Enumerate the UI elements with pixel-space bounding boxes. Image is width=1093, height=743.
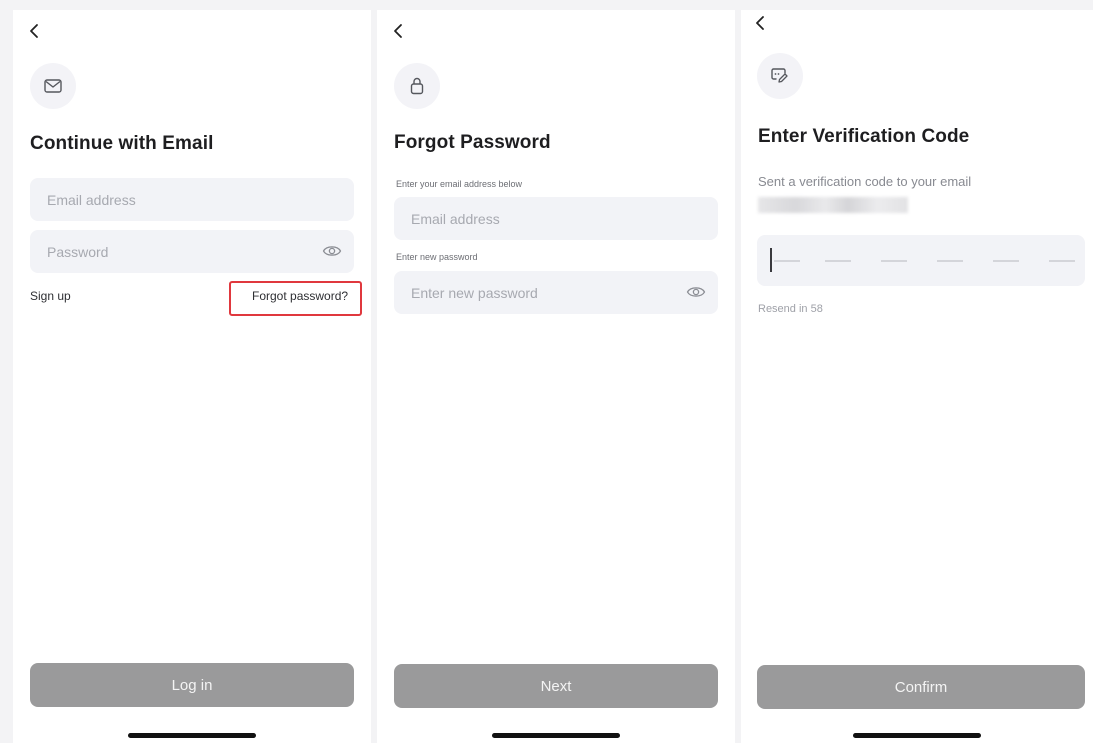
message-edit-icon: [771, 68, 788, 83]
password-input[interactable]: [47, 243, 337, 260]
lock-icon-badge: [394, 63, 440, 109]
code-digit-1: [774, 260, 800, 262]
back-button[interactable]: [387, 20, 409, 42]
back-button[interactable]: [749, 12, 771, 34]
message-edit-icon-badge: [757, 53, 803, 99]
text-cursor: [770, 248, 772, 272]
mail-icon-badge: [30, 63, 76, 109]
sign-up-link[interactable]: Sign up: [30, 289, 71, 303]
email-label: Enter your email address below: [396, 179, 523, 189]
home-indicator: [492, 733, 620, 738]
log-in-button[interactable]: Log in: [30, 663, 354, 707]
screen-forgot-password: Forgot Password Enter your email address…: [377, 10, 735, 743]
verification-code-input[interactable]: [757, 235, 1085, 286]
show-password-button[interactable]: [686, 283, 706, 301]
next-button[interactable]: Next: [394, 664, 718, 708]
confirm-button[interactable]: Confirm: [757, 665, 1085, 709]
email-field[interactable]: [394, 197, 718, 240]
eye-icon: [322, 246, 342, 256]
password-field[interactable]: [30, 230, 354, 273]
lock-icon: [410, 77, 424, 95]
home-indicator: [853, 733, 981, 738]
eye-icon: [686, 287, 706, 297]
home-indicator: [128, 733, 256, 738]
screen-continue-with-email: Continue with Email Sign up Forgot passw…: [13, 10, 371, 743]
chevron-left-icon: [394, 24, 402, 38]
redacted-email: [758, 197, 908, 213]
chevron-left-icon: [756, 16, 764, 30]
new-password-field[interactable]: [394, 271, 718, 314]
back-button[interactable]: [23, 20, 45, 42]
forgot-password-highlight: [229, 281, 362, 316]
code-digit-6: [1049, 260, 1075, 262]
page-title: Enter Verification Code: [758, 126, 970, 147]
show-password-button[interactable]: [322, 242, 342, 260]
mail-icon: [44, 79, 62, 93]
email-input[interactable]: [47, 191, 337, 208]
chevron-left-icon: [30, 24, 38, 38]
page-title: Forgot Password: [394, 132, 551, 153]
code-digit-4: [937, 260, 963, 262]
screen-enter-verification-code: Enter Verification Code Sent a verificat…: [741, 10, 1093, 743]
email-input[interactable]: [411, 210, 701, 227]
new-password-input[interactable]: [411, 284, 701, 301]
resend-countdown: Resend in 58: [758, 303, 823, 315]
code-digit-5: [993, 260, 1019, 262]
page-title: Continue with Email: [30, 133, 214, 154]
email-field[interactable]: [30, 178, 354, 221]
verification-subtitle: Sent a verification code to your email: [758, 174, 972, 189]
code-digit-2: [825, 260, 851, 262]
code-digit-3: [881, 260, 907, 262]
screens-container: Continue with Email Sign up Forgot passw…: [0, 0, 1093, 743]
new-password-label: Enter new password: [396, 252, 478, 262]
